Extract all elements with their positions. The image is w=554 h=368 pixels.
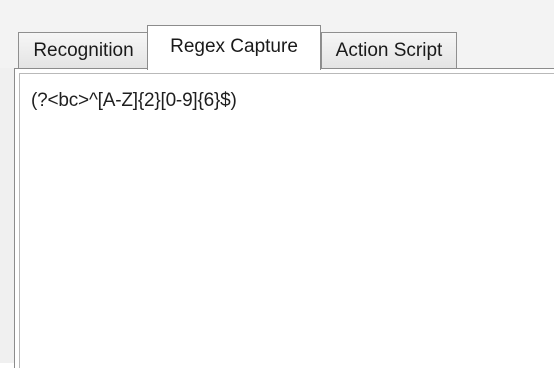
- tab-regex-capture-label: Regex Capture: [170, 36, 298, 57]
- tab-strip: Recognition Regex Capture Action Script: [0, 0, 554, 70]
- dialog-window: Recognition Regex Capture Action Script …: [0, 0, 554, 368]
- tab-recognition[interactable]: Recognition: [18, 32, 149, 68]
- tab-regex-capture[interactable]: Regex Capture: [147, 25, 321, 70]
- tab-action-script-label: Action Script: [335, 39, 443, 61]
- tab-action-script[interactable]: Action Script: [321, 32, 457, 68]
- tab-recognition-label: Recognition: [33, 39, 134, 61]
- regex-editor[interactable]: (?<bc>^[A-Z]{2}[0-9]{6}$): [19, 73, 554, 368]
- regex-text[interactable]: (?<bc>^[A-Z]{2}[0-9]{6}$): [31, 90, 237, 112]
- regex-capture-panel: (?<bc>^[A-Z]{2}[0-9]{6}$): [14, 68, 554, 368]
